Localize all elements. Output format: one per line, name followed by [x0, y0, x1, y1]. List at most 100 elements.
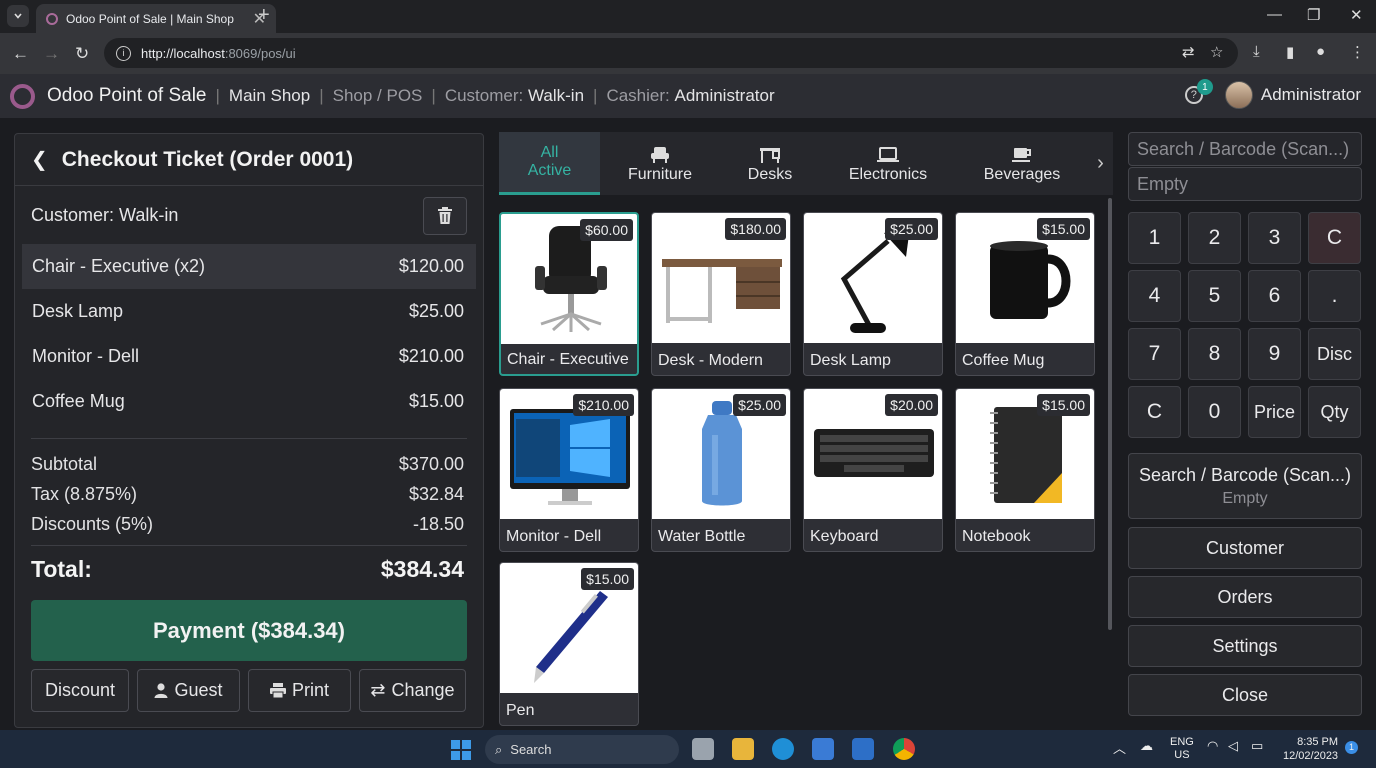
- browser-tab[interactable]: Odoo Point of Sale | Main Shop ✕: [36, 4, 276, 33]
- change-button[interactable]: ⇄ Change: [359, 669, 466, 712]
- windows-start-icon[interactable]: [451, 740, 471, 760]
- edge-browser-icon[interactable]: [772, 738, 794, 760]
- volume-icon[interactable]: ◁: [1228, 738, 1238, 754]
- tab-electronics[interactable]: Electronics: [820, 132, 956, 195]
- minimize-icon[interactable]: —: [1267, 6, 1282, 23]
- breadcrumb[interactable]: Shop / POS: [333, 86, 423, 106]
- search-barcode-input[interactable]: Search / Barcode (Scan...): [1128, 132, 1362, 166]
- search-barcode-button[interactable]: Search / Barcode (Scan...) Empty: [1128, 453, 1362, 519]
- product-card[interactable]: $210.00 Monitor - Dell: [499, 388, 639, 552]
- shop-name[interactable]: Main Shop: [229, 86, 310, 106]
- separator: |: [215, 86, 220, 105]
- wifi-icon[interactable]: ◠: [1207, 738, 1218, 754]
- site-info-icon[interactable]: i: [116, 45, 131, 61]
- customer-value[interactable]: Walk-in: [528, 86, 584, 106]
- profile-icon[interactable]: ●: [1316, 43, 1325, 60]
- user-name[interactable]: Administrator: [1261, 85, 1361, 105]
- menu-kebab-icon[interactable]: ⋮: [1350, 43, 1365, 61]
- notification-center-icon[interactable]: 1: [1345, 741, 1358, 754]
- chrome-icon[interactable]: [893, 738, 915, 760]
- language-indicator[interactable]: ENG US: [1170, 736, 1194, 762]
- key-clear[interactable]: C: [1308, 212, 1361, 264]
- clock[interactable]: 8:35 PM 12/02/2023: [1283, 735, 1338, 763]
- taskbar-search-label: Search: [510, 742, 552, 757]
- key-8[interactable]: 8: [1188, 328, 1241, 380]
- key-3[interactable]: 3: [1248, 212, 1301, 264]
- product-card[interactable]: $15.00 Coffee Mug: [955, 212, 1095, 376]
- tab-desks[interactable]: Desks: [720, 132, 820, 195]
- tab-beverages[interactable]: Beverages: [956, 132, 1088, 195]
- download-icon[interactable]: ⤓: [1253, 43, 1260, 60]
- lang-line1: ENG: [1170, 736, 1194, 748]
- tab-label: Beverages: [983, 165, 1061, 183]
- order-line[interactable]: Monitor - Dell $210.00: [22, 334, 476, 379]
- product-card[interactable]: $20.00 Keyboard: [803, 388, 943, 552]
- product-card[interactable]: $15.00 Notebook: [955, 388, 1095, 552]
- tab-label-line2: Active: [527, 162, 572, 179]
- key-price[interactable]: Price: [1248, 386, 1301, 438]
- key-1[interactable]: 1: [1128, 212, 1181, 264]
- taskbar-search[interactable]: ⌕ Search: [485, 735, 679, 764]
- restore-icon[interactable]: ❐: [1307, 6, 1320, 24]
- key-4[interactable]: 4: [1128, 270, 1181, 322]
- back-chevron-icon[interactable]: ❮: [31, 147, 48, 172]
- forward-arrow-icon[interactable]: →: [43, 44, 60, 64]
- back-arrow-icon[interactable]: ←: [12, 44, 29, 64]
- customer-button[interactable]: Customer: [1128, 527, 1362, 569]
- guest-button[interactable]: Guest: [137, 669, 240, 712]
- total-label: Total:: [31, 555, 92, 582]
- print-button[interactable]: Print: [248, 669, 351, 712]
- help-icon[interactable]: ? 1: [1184, 79, 1213, 104]
- discount-button[interactable]: Discount: [31, 669, 129, 712]
- key-7[interactable]: 7: [1128, 328, 1181, 380]
- chevron-right-icon[interactable]: ›: [1088, 132, 1113, 195]
- product-name: Desk - Modern: [658, 352, 763, 369]
- key-qty[interactable]: Qty: [1308, 386, 1361, 438]
- new-tab-button[interactable]: +: [258, 4, 270, 27]
- payment-button[interactable]: Payment ($384.34): [31, 600, 467, 661]
- product-card[interactable]: $25.00 Water Bottle: [651, 388, 791, 552]
- product-card[interactable]: $15.00 Pen: [499, 562, 639, 726]
- tab-furniture[interactable]: Furniture: [600, 132, 720, 195]
- order-line[interactable]: Desk Lamp $25.00: [22, 289, 476, 334]
- orders-button[interactable]: Orders: [1128, 576, 1362, 618]
- product-card[interactable]: $60.00 Chair - Executive: [499, 212, 639, 376]
- product-scrollbar[interactable]: [1108, 198, 1112, 630]
- chevron-up-icon[interactable]: ︿: [1113, 738, 1126, 757]
- ticket-customer-row[interactable]: Customer: Walk-in: [15, 186, 483, 244]
- key-0[interactable]: 0: [1188, 386, 1241, 438]
- settings-button[interactable]: Settings: [1128, 625, 1362, 667]
- key-c[interactable]: C: [1128, 386, 1181, 438]
- reload-icon[interactable]: ↻: [75, 44, 89, 64]
- key-6[interactable]: 6: [1248, 270, 1301, 322]
- order-line[interactable]: Chair - Executive (x2) $120.00: [22, 244, 476, 289]
- translate-icon[interactable]: ⇄: [1182, 43, 1195, 61]
- delete-order-button[interactable]: [423, 197, 467, 235]
- tab-all-active[interactable]: All Active: [499, 132, 600, 195]
- url-input[interactable]: i http://localhost:8069/pos/ui: [104, 38, 1238, 68]
- mail-icon[interactable]: [852, 738, 874, 760]
- cloud-icon[interactable]: ☁: [1140, 738, 1153, 754]
- sidebar-icon[interactable]: ▮: [1286, 43, 1294, 61]
- key-decimal[interactable]: .: [1308, 270, 1361, 322]
- bookmark-star-icon[interactable]: ☆: [1210, 43, 1223, 61]
- tab-search-dropdown[interactable]: [7, 5, 29, 27]
- product-card[interactable]: $180.00 Desk - Modern: [651, 212, 791, 376]
- battery-icon[interactable]: ▭: [1251, 738, 1263, 754]
- key-disc[interactable]: Disc: [1308, 328, 1361, 380]
- avatar[interactable]: [1224, 81, 1253, 109]
- close-window-icon[interactable]: ✕: [1350, 6, 1363, 24]
- key-2[interactable]: 2: [1188, 212, 1241, 264]
- task-view-icon[interactable]: [692, 738, 714, 760]
- search-barcode-label: Search / Barcode (Scan...): [1138, 464, 1352, 485]
- key-9[interactable]: 9: [1248, 328, 1301, 380]
- store-icon[interactable]: [812, 738, 834, 760]
- trash-icon: [438, 207, 452, 224]
- cashier-value[interactable]: Administrator: [675, 86, 775, 106]
- product-name: Desk Lamp: [810, 352, 891, 369]
- close-button[interactable]: Close: [1128, 674, 1362, 716]
- key-5[interactable]: 5: [1188, 270, 1241, 322]
- file-explorer-icon[interactable]: [732, 738, 754, 760]
- order-line[interactable]: Coffee Mug $15.00: [22, 379, 476, 424]
- product-card[interactable]: $25.00 Desk Lamp: [803, 212, 943, 376]
